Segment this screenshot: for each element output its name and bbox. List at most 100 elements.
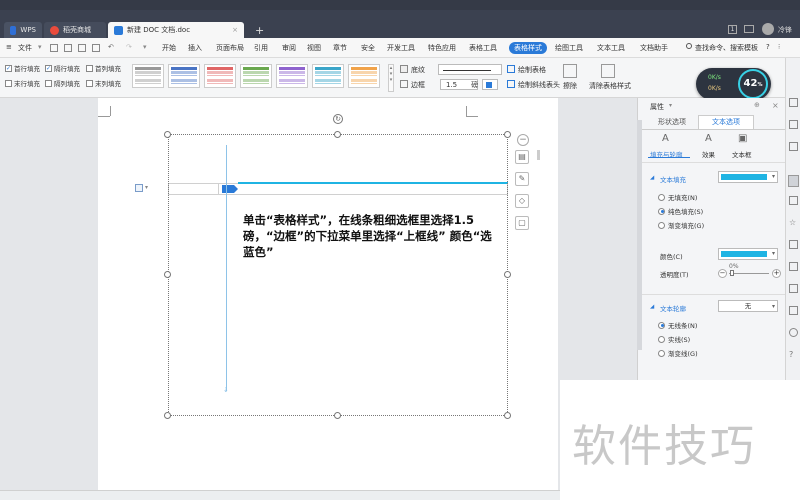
- checkbox-fill-option[interactable]: 末行填充: [5, 78, 40, 88]
- checkbox-icon[interactable]: [86, 64, 93, 72]
- text-fill-color-select[interactable]: ▾: [718, 171, 778, 183]
- collapse-triangle-icon[interactable]: ◢: [650, 304, 654, 310]
- paragraph-icon[interactable]: [135, 184, 143, 192]
- select-icon[interactable]: [789, 120, 798, 129]
- chevron-down-icon[interactable]: ▾: [145, 184, 148, 191]
- radio-icon[interactable]: [658, 207, 665, 215]
- checkbox-icon[interactable]: [86, 79, 93, 87]
- outline-select[interactable]: 无 ▾: [718, 300, 778, 312]
- table-style-swatch[interactable]: [240, 64, 272, 88]
- close-tab-icon[interactable]: ×: [232, 26, 238, 34]
- tab-text-options[interactable]: 文本选项: [698, 115, 754, 129]
- layout-options-icon[interactable]: ▤: [515, 150, 529, 164]
- gallery-scroll[interactable]: ▴ ▾ ▾: [388, 64, 394, 92]
- tab-7[interactable]: 安全: [361, 43, 375, 53]
- table-style-swatch[interactable]: [276, 64, 308, 88]
- star-icon[interactable]: ☆: [789, 218, 796, 227]
- rotate-handle-icon[interactable]: ↻: [333, 114, 343, 124]
- close-icon[interactable]: ×: [772, 101, 779, 110]
- transparency-increase-button[interactable]: +: [772, 269, 781, 278]
- share-icon[interactable]: [789, 284, 798, 293]
- table-style-swatch[interactable]: [132, 64, 164, 88]
- style-icon[interactable]: [789, 196, 798, 205]
- tab-0[interactable]: 开始: [162, 43, 176, 53]
- resize-handle[interactable]: [504, 271, 511, 278]
- limit-icon[interactable]: [789, 240, 798, 249]
- tab-store[interactable]: 稻壳商城: [44, 22, 106, 38]
- subtab-textbox[interactable]: 文本框: [732, 149, 752, 159]
- checkbox-fill-option[interactable]: ✓ 首行填充: [5, 63, 40, 73]
- tab-4[interactable]: 审阅: [282, 43, 296, 53]
- resize-handle[interactable]: [504, 412, 511, 419]
- shading-button[interactable]: 底纹: [411, 65, 425, 75]
- command-search[interactable]: 查找命令、搜索模板: [695, 43, 758, 53]
- checkbox-icon[interactable]: ✓: [5, 64, 12, 72]
- checkbox-fill-option[interactable]: 隔列填充: [45, 78, 80, 88]
- tab-5[interactable]: 视图: [307, 43, 321, 53]
- resize-handle[interactable]: [164, 271, 171, 278]
- radio-icon[interactable]: [658, 349, 665, 357]
- avatar[interactable]: [762, 23, 774, 35]
- tab-shape-options[interactable]: 形状选项: [648, 115, 696, 129]
- compare-icon[interactable]: [789, 328, 798, 337]
- tab-6[interactable]: 章节: [333, 43, 347, 53]
- checkbox-icon[interactable]: [45, 79, 52, 87]
- checkbox-icon[interactable]: ✓: [45, 64, 52, 72]
- radio-icon[interactable]: [658, 335, 665, 343]
- table-style-swatch[interactable]: [204, 64, 236, 88]
- tab-3[interactable]: 引用: [254, 43, 268, 53]
- properties-toggle-icon[interactable]: [788, 175, 799, 187]
- chevron-down-icon[interactable]: ▾: [38, 43, 42, 51]
- tab-13[interactable]: 文本工具: [597, 43, 625, 53]
- resize-handle[interactable]: [164, 131, 171, 138]
- doc-info-icon[interactable]: [789, 306, 798, 315]
- radio-option[interactable]: 无填充(N): [658, 192, 697, 202]
- clear-style-button[interactable]: 清除表格样式: [589, 81, 631, 91]
- radio-option[interactable]: 纯色填充(S): [658, 206, 703, 216]
- tab-document[interactable]: 新建 DOC 文档.doc ×: [108, 22, 244, 38]
- tab-8[interactable]: 开发工具: [387, 43, 415, 53]
- radio-option[interactable]: 渐变线(G): [658, 348, 698, 358]
- table-style-swatch[interactable]: [168, 64, 200, 88]
- radio-icon[interactable]: [658, 193, 665, 201]
- pen-icon[interactable]: ✎: [515, 172, 529, 186]
- tab-11[interactable]: 表格样式: [509, 42, 547, 54]
- radio-icon[interactable]: [658, 321, 665, 329]
- table-style-swatch[interactable]: [348, 64, 380, 88]
- table-style-swatch[interactable]: [312, 64, 344, 88]
- checkbox-fill-option[interactable]: ✓ 隔行填充: [45, 63, 80, 73]
- tab-wps[interactable]: WPS: [4, 22, 42, 38]
- save-icon[interactable]: [92, 44, 100, 52]
- subtab-effect[interactable]: 效果: [702, 149, 715, 159]
- line-width-select[interactable]: 1.5 磅: [440, 79, 478, 90]
- transparency-decrease-button[interactable]: −: [718, 269, 727, 278]
- shape-icon[interactable]: [789, 142, 798, 151]
- skin-icon[interactable]: [744, 25, 754, 33]
- collapse-triangle-icon[interactable]: ◢: [650, 175, 654, 181]
- new-doc-icon[interactable]: [50, 44, 58, 52]
- pin-icon[interactable]: ⊕: [754, 101, 760, 109]
- resize-handle[interactable]: [334, 131, 341, 138]
- radio-option[interactable]: 渐变填充(G): [658, 220, 704, 230]
- line-style-select[interactable]: [438, 64, 502, 75]
- tab-2[interactable]: 页面布局: [216, 43, 244, 53]
- print-icon[interactable]: [78, 44, 86, 52]
- file-menu[interactable]: 文件: [18, 43, 32, 53]
- window-count-badge[interactable]: 1: [728, 25, 737, 34]
- help-circle-icon[interactable]: ?: [789, 350, 793, 359]
- more-dots-icon[interactable]: ⁝: [778, 43, 780, 51]
- color-select[interactable]: ▾: [718, 248, 778, 260]
- pen-color-select[interactable]: [482, 79, 498, 90]
- new-tab-button[interactable]: +: [255, 24, 264, 37]
- checkbox-icon[interactable]: [5, 79, 12, 87]
- text-box-selection[interactable]: [168, 134, 508, 416]
- outline-style-icon[interactable]: ▢: [515, 216, 529, 230]
- transparency-slider[interactable]: [729, 273, 769, 274]
- network-speed-widget[interactable]: 0K/s 0K/s 42%: [696, 68, 771, 100]
- radio-option[interactable]: 无线条(N): [658, 320, 697, 330]
- resize-handle[interactable]: [334, 412, 341, 419]
- backup-icon[interactable]: [789, 262, 798, 271]
- tab-9[interactable]: 特色应用: [428, 43, 456, 53]
- draw-diagonal-button[interactable]: 绘制斜线表头: [518, 80, 560, 90]
- border-button[interactable]: 边框: [411, 80, 425, 90]
